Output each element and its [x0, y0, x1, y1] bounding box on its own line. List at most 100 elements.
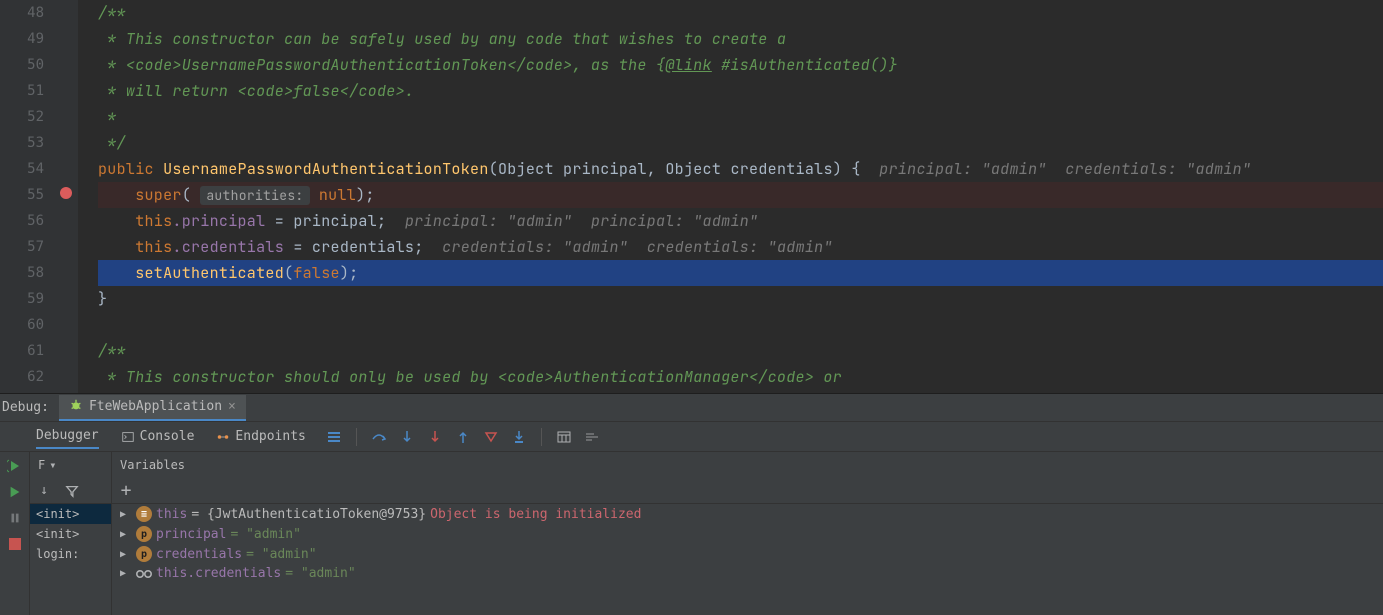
javadoc-line: or [814, 367, 842, 387]
threads-icon[interactable] [324, 427, 344, 447]
tab-endpoints[interactable]: Endpoints [216, 429, 305, 444]
resume-icon[interactable] [7, 484, 23, 500]
var-name: principal [156, 527, 226, 542]
step-over-icon[interactable] [369, 427, 389, 447]
javadoc-line: #isAuthenticated()} [712, 55, 898, 75]
javadoc-code-tag: <code>AuthenticationManager</code> [498, 367, 814, 387]
variables-header: Variables [112, 452, 1383, 478]
object-badge-icon: ≡ [136, 506, 152, 522]
expand-icon[interactable]: ▶ [120, 568, 132, 579]
javadoc-line: * <code>UsernamePasswordAuthenticationTo… [98, 55, 665, 75]
line-number: 59 [0, 286, 44, 312]
line-number: 49 [0, 26, 44, 52]
variables-column: Variables + ▶ ≡ this = {JwtAuthenticatio… [112, 452, 1383, 615]
close-icon[interactable]: × [228, 399, 236, 414]
var-row-this-credentials[interactable]: ▶ this.credentials = "admin" [112, 564, 1383, 583]
frames-label: F [38, 458, 45, 472]
inline-hint: credentials: "admin" [647, 237, 833, 257]
param-badge-icon: p [136, 526, 152, 542]
vars-toolbar: + [112, 478, 1383, 504]
paren: ); [356, 185, 375, 205]
javadoc-line: * will return <code>false</code>. [98, 81, 414, 101]
line-number: 62 [0, 364, 44, 390]
tab-console[interactable]: Console [121, 429, 195, 444]
expand-icon[interactable]: ▶ [120, 529, 132, 540]
line-number: 52 [0, 104, 44, 130]
line-number: 51 [0, 78, 44, 104]
frames-toolbar: ↓ [30, 478, 111, 504]
var-row-this[interactable]: ▶ ≡ this = {JwtAuthenticatioToken@9753} … [112, 504, 1383, 524]
var-name: this.credentials [156, 566, 281, 581]
debug-label: Debug: [2, 400, 49, 415]
force-step-into-icon[interactable] [425, 427, 445, 447]
paren: ); [340, 263, 359, 283]
breakpoint-gutter[interactable] [56, 0, 78, 393]
inline-hint: credentials: "admin" [442, 237, 628, 257]
tab-debugger[interactable]: Debugger [36, 428, 99, 449]
frame-item[interactable]: <init> [30, 524, 111, 544]
param-badge-icon: p [136, 546, 152, 562]
keyword-super: super [135, 185, 182, 205]
breakpoint-icon[interactable] [60, 187, 72, 199]
line-number: 57 [0, 234, 44, 260]
debug-tab-label: FteWebApplication [89, 399, 222, 414]
javadoc-line: * This constructor should only be used b… [98, 367, 498, 387]
method-call: setAuthenticated [135, 263, 284, 283]
expand-icon[interactable]: ▶ [120, 509, 132, 520]
keyword-public: public [98, 159, 154, 179]
trace-icon[interactable] [582, 427, 602, 447]
paren: ( [284, 263, 293, 283]
run-to-cursor-icon[interactable] [509, 427, 529, 447]
pause-icon[interactable] [7, 510, 23, 526]
rerun-icon[interactable] [7, 458, 23, 474]
assign: = principal; [265, 211, 386, 231]
var-value: = "admin" [230, 527, 300, 542]
frame-item[interactable]: <init> [30, 504, 111, 524]
evaluate-icon[interactable] [554, 427, 574, 447]
line-number: 53 [0, 130, 44, 156]
frames-column: F ▾ ↓ <init> <init> login: [30, 452, 112, 615]
step-out-icon[interactable] [453, 427, 473, 447]
bug-icon [69, 398, 83, 416]
line-number: 50 [0, 52, 44, 78]
paren: ( [182, 185, 201, 205]
inline-hint: principal: "admin" [405, 211, 572, 231]
literal-false: false [293, 263, 340, 283]
frame-item[interactable]: login: [30, 544, 111, 564]
var-name: this [156, 507, 187, 522]
javadoc-line: * This constructor can be safely used by… [98, 29, 786, 49]
javadoc-link[interactable]: @link [665, 55, 712, 75]
var-name: credentials [156, 547, 242, 562]
inline-hint: credentials: "admin" [1065, 159, 1251, 179]
line-number: 48 [0, 0, 44, 26]
add-watch-icon[interactable]: + [118, 483, 134, 499]
field-credentials: .credentials [172, 237, 284, 257]
expand-icon[interactable]: ▶ [120, 549, 132, 560]
line-number: 54 [0, 156, 44, 182]
step-into-icon[interactable] [397, 427, 417, 447]
var-row-principal[interactable]: ▶ p principal = "admin" [112, 524, 1383, 544]
line-number: 61 [0, 338, 44, 364]
inline-hint: principal: "admin" [879, 159, 1046, 179]
chevron-down-icon[interactable]: ▾ [49, 458, 56, 472]
debug-run-tab[interactable]: FteWebApplication × [59, 395, 246, 421]
param-list: (Object principal, Object credentials) { [489, 159, 861, 179]
javadoc-open: /** [98, 3, 126, 23]
line-number: 60 [0, 312, 44, 338]
javadoc-line: * [98, 107, 117, 127]
link-badge-icon [136, 568, 152, 580]
keyword-this: this [135, 237, 172, 257]
debug-panel: Debug: FteWebApplication × Debugger Cons… [0, 393, 1383, 615]
line-number: 58 [0, 260, 44, 286]
filter-icon[interactable] [64, 483, 80, 499]
keyword-this: this [135, 211, 172, 231]
line-number: 55 [0, 182, 44, 208]
drop-frame-icon[interactable] [481, 427, 501, 447]
stop-icon[interactable] [7, 536, 23, 552]
var-row-credentials[interactable]: ▶ p credentials = "admin" [112, 544, 1383, 564]
javadoc-close: */ [98, 133, 126, 153]
debug-header: Debug: FteWebApplication × [0, 394, 1383, 422]
variables-label: Variables [120, 458, 185, 472]
arrow-down-icon[interactable]: ↓ [36, 483, 52, 499]
code-area[interactable]: /** * This constructor can be safely use… [78, 0, 1383, 393]
